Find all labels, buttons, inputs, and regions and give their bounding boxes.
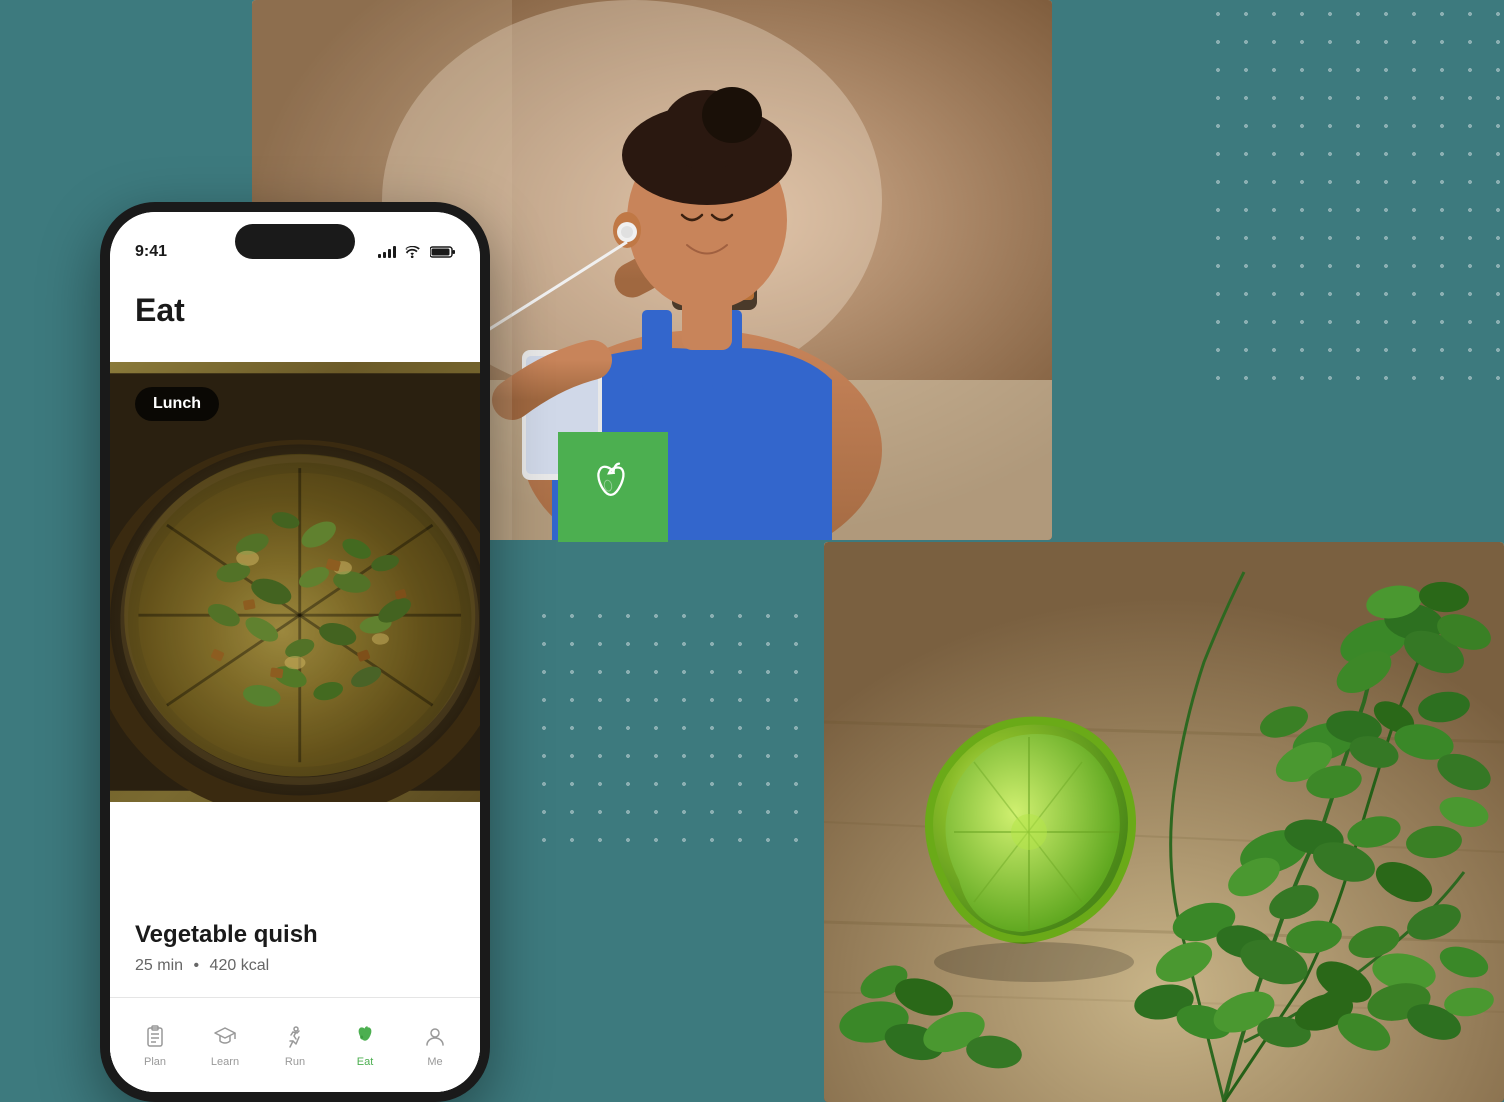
signal-bar-3	[388, 249, 391, 258]
clipboard-icon	[141, 1023, 169, 1051]
dot-pattern-bottom-center	[530, 602, 810, 852]
status-icons	[378, 246, 455, 258]
phone-screen: 9:41 Eat	[110, 212, 480, 1092]
food-name: Vegetable quish	[135, 921, 455, 949]
food-meta: 25 min • 420 kcal	[135, 957, 455, 975]
nav-item-eat[interactable]: Eat	[335, 1023, 395, 1068]
eat-title: Eat	[135, 292, 455, 329]
run-icon	[281, 1023, 309, 1051]
herbs-photo	[824, 542, 1504, 1102]
food-info-card: Vegetable quish 25 min • 420 kcal	[110, 899, 480, 997]
apple-nav-icon	[351, 1023, 379, 1051]
phone-header: Eat	[110, 272, 480, 344]
signal-bar-1	[378, 254, 381, 258]
phone-dynamic-island	[235, 224, 355, 259]
signal-bars	[378, 246, 396, 258]
nav-item-plan[interactable]: Plan	[125, 1023, 185, 1068]
wifi-icon	[405, 246, 421, 258]
nav-label-eat: Eat	[357, 1056, 374, 1068]
nav-item-me[interactable]: Me	[405, 1023, 465, 1068]
phone-device: 9:41 Eat	[100, 202, 490, 1102]
lunch-badge: Lunch	[135, 387, 219, 421]
apple-icon-floating	[558, 432, 668, 542]
food-calories: 420 kcal	[210, 957, 270, 974]
food-time: 25 min	[135, 957, 183, 974]
signal-bar-2	[383, 252, 386, 258]
nav-label-learn: Learn	[211, 1056, 239, 1068]
nav-label-me: Me	[427, 1056, 442, 1068]
battery-icon	[430, 246, 455, 258]
signal-bar-4	[393, 246, 396, 258]
status-time: 9:41	[135, 243, 167, 261]
nav-label-run: Run	[285, 1056, 305, 1068]
nav-label-plan: Plan	[144, 1056, 166, 1068]
graduation-icon	[211, 1023, 239, 1051]
food-meta-separator: •	[193, 957, 199, 974]
nav-item-learn[interactable]: Learn	[195, 1023, 255, 1068]
phone-food-image: Lunch	[110, 362, 480, 802]
nav-item-run[interactable]: Run	[265, 1023, 325, 1068]
bottom-nav: Plan Learn	[110, 997, 480, 1092]
person-icon	[421, 1023, 449, 1051]
dot-pattern-top-right	[1204, 0, 1504, 400]
